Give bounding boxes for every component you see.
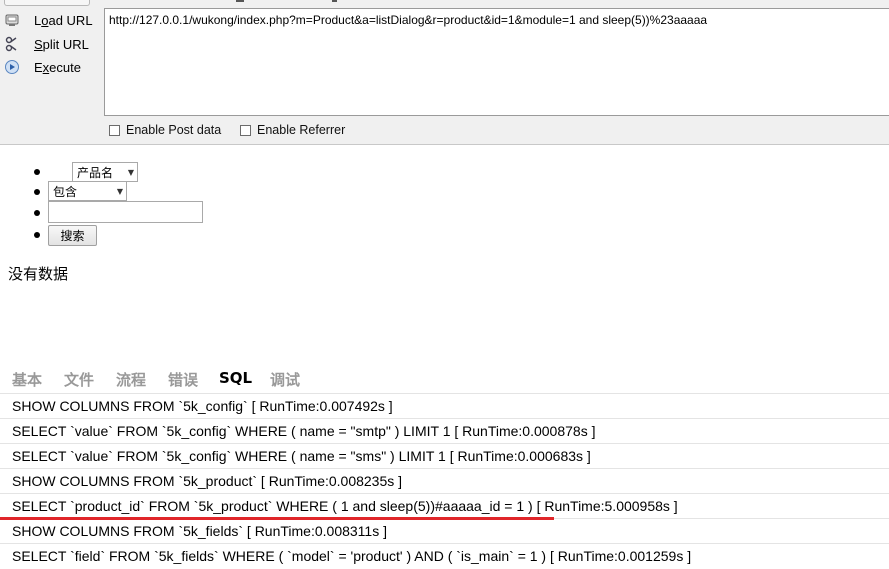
execute-label: Execute xyxy=(34,59,81,75)
enable-post-checkbox[interactable] xyxy=(109,124,120,136)
sql-row-highlighted: SELECT `product_id` FROM `5k_product` WH… xyxy=(0,494,889,519)
tab-basic[interactable]: 基本 xyxy=(12,369,42,390)
hackbar-top-mark xyxy=(332,0,337,2)
field-select[interactable]: 产品名 ▼ xyxy=(72,162,138,182)
trace-tab-bar: 基本 文件 流程 错误 SQL 调试 xyxy=(0,364,889,394)
load-url-label: Load URL xyxy=(34,12,93,28)
enable-referrer-option[interactable]: Enable Referrer xyxy=(240,123,345,137)
list-bullet xyxy=(34,232,40,238)
sql-row: SELECT `field` FROM `5k_fields` WHERE ( … xyxy=(12,548,692,564)
condition-select-value: 包含 xyxy=(53,184,78,199)
list-bullet xyxy=(34,189,40,195)
chevron-down-icon: ▼ xyxy=(127,168,134,177)
enable-referrer-checkbox[interactable] xyxy=(240,124,251,136)
split-url-label: Split URL xyxy=(34,36,89,52)
search-button[interactable]: 搜索 xyxy=(48,225,97,246)
highlight-underline xyxy=(0,517,554,520)
url-textarea[interactable]: http://127.0.0.1/wukong/index.php?m=Prod… xyxy=(104,8,889,116)
execute-icon xyxy=(4,59,20,75)
enable-post-option[interactable]: Enable Post data xyxy=(109,123,221,137)
hackbar-panel: Load URL Split URL Execute http://127.0.… xyxy=(0,0,889,145)
sql-row: SELECT `value` FROM `5k_config` WHERE ( … xyxy=(0,419,889,444)
execute-button[interactable]: Execute xyxy=(4,56,100,78)
sql-row: SHOW COLUMNS FROM `5k_fields` [ RunTime:… xyxy=(0,519,889,544)
tab-errors[interactable]: 错误 xyxy=(168,369,198,390)
tab-flow[interactable]: 流程 xyxy=(116,369,146,390)
sql-row: SHOW COLUMNS FROM `5k_config` [ RunTime:… xyxy=(0,394,889,419)
condition-select[interactable]: 包含 ▼ xyxy=(48,181,127,201)
tab-sql[interactable]: SQL xyxy=(219,369,252,387)
tab-debug[interactable]: 调试 xyxy=(270,369,300,390)
load-url-button[interactable]: Load URL xyxy=(4,9,100,31)
hackbar-top-mark xyxy=(236,0,244,2)
split-url-icon xyxy=(4,36,20,52)
split-url-button[interactable]: Split URL xyxy=(4,33,100,55)
tab-files[interactable]: 文件 xyxy=(64,369,94,390)
hackbar-top-button-edge xyxy=(4,0,90,6)
sql-row: SELECT `value` FROM `5k_config` WHERE ( … xyxy=(0,444,889,469)
list-bullet xyxy=(34,210,40,216)
no-data-message: 没有数据 xyxy=(8,265,69,283)
chevron-down-icon: ▼ xyxy=(116,187,123,196)
load-url-icon xyxy=(4,12,20,28)
field-select-value: 产品名 xyxy=(77,165,114,180)
list-bullet xyxy=(34,169,40,175)
enable-post-label: Enable Post data xyxy=(126,123,222,137)
sql-row: SHOW COLUMNS FROM `5k_product` [ RunTime… xyxy=(0,469,889,494)
enable-referrer-label: Enable Referrer xyxy=(257,123,346,137)
search-input[interactable] xyxy=(48,201,203,223)
